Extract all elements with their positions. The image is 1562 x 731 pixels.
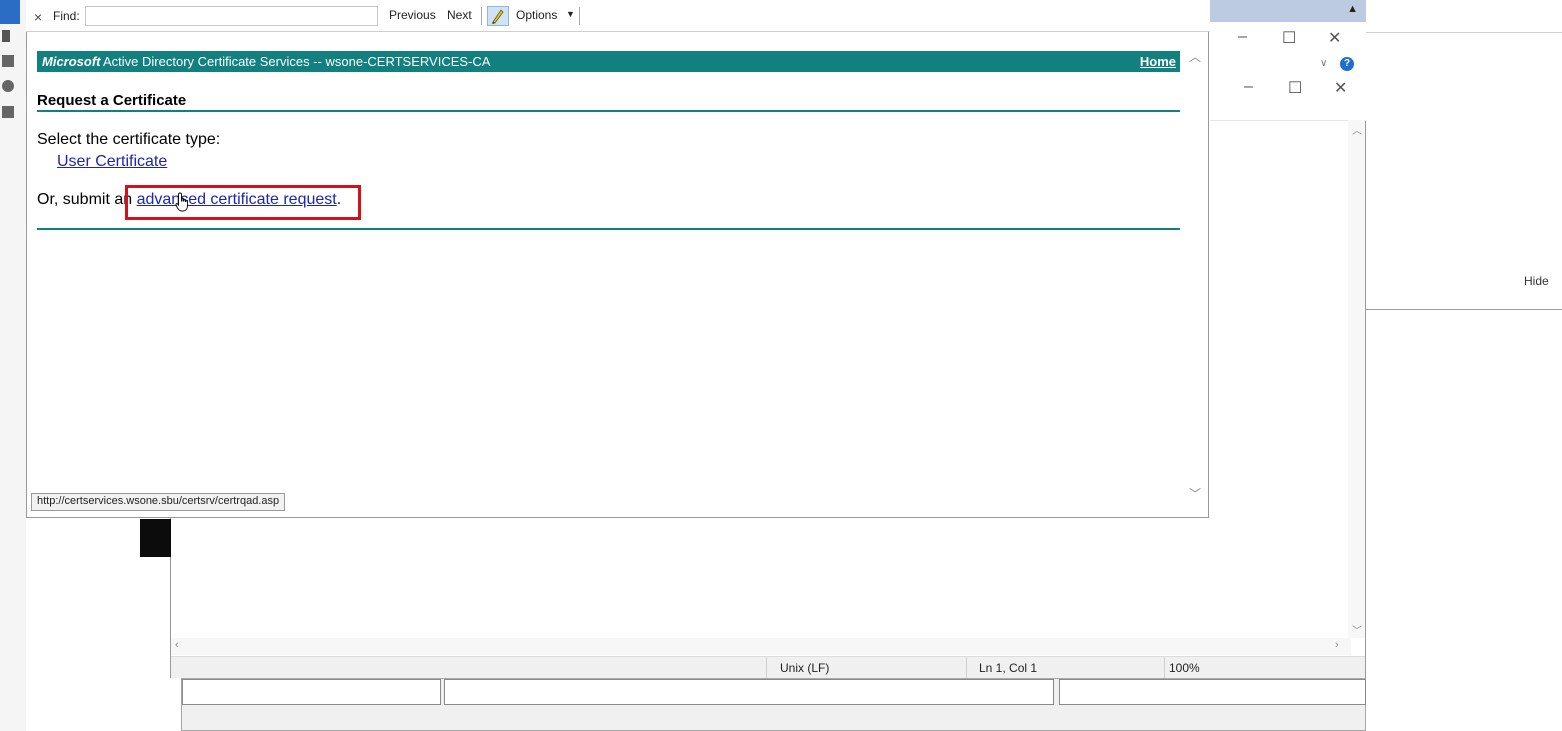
window-controls: – ☐ ✕ (1210, 74, 1366, 121)
chevron-down-icon[interactable]: ▼ (566, 9, 575, 19)
divider (1164, 657, 1165, 679)
app-icon-strip (0, 0, 20, 24)
scroll-right-icon[interactable]: › (1335, 639, 1339, 651)
find-bar: × Find: Previous Next Options ▼ (26, 0, 1210, 32)
scroll-up-icon[interactable]: ︿ (1189, 48, 1201, 65)
divider (966, 657, 967, 679)
find-label: Find: (53, 9, 80, 23)
options-button[interactable]: Options (516, 8, 557, 22)
minimize-icon[interactable]: – (1238, 28, 1247, 46)
find-input[interactable] (85, 6, 378, 26)
panel-box (444, 679, 1054, 705)
collapse-icon[interactable]: ▲ (1347, 3, 1358, 15)
scroll-down-icon[interactable]: ﹀ (1352, 622, 1362, 637)
background-window-fragment (140, 519, 171, 557)
encoding-status: Unix (LF) (780, 661, 830, 675)
close-window-icon[interactable]: ✕ (1328, 28, 1341, 48)
page-title: Request a Certificate (37, 92, 187, 109)
chevron-down-icon[interactable]: ∨ (1320, 58, 1327, 69)
divider (579, 7, 580, 25)
window-controls: – ☐ ✕ ∨ ? (1210, 22, 1366, 74)
scroll-down-icon[interactable]: ﹀ (1189, 485, 1201, 502)
window-titlebar: ▲ (1210, 0, 1366, 22)
select-type-text: Select the certificate type: (37, 131, 221, 148)
zoom-status: 100% (1169, 661, 1200, 675)
help-icon[interactable]: ? (1340, 57, 1354, 71)
editor-vertical-scrollbar[interactable]: ︿ ﹀ (1348, 120, 1365, 638)
editor-status-bar: Unix (LF) Ln 1, Col 1 100% (171, 656, 1365, 679)
highlight-button[interactable] (487, 6, 509, 26)
cursor-position-status: Ln 1, Col 1 (979, 661, 1038, 675)
adcs-header-bar: Microsoft Active Directory Certificate S… (37, 51, 1180, 72)
home-link[interactable]: Home (1140, 54, 1176, 69)
next-button[interactable]: Next (447, 8, 472, 22)
adcs-title: Active Directory Certificate Services --… (103, 54, 491, 69)
tree-item-icon (2, 80, 14, 92)
divider (481, 7, 482, 25)
editor-horizontal-scrollbar[interactable]: ‹ › (171, 638, 1351, 655)
divider (766, 657, 767, 679)
or-text-prefix: Or, submit an (37, 191, 137, 208)
scroll-left-icon[interactable]: ‹ (175, 639, 179, 651)
tree-item-icon (2, 106, 14, 118)
minimize-icon[interactable]: – (1244, 78, 1253, 96)
browser-window (26, 32, 1209, 518)
tree-item-icon (2, 30, 10, 42)
scroll-up-icon[interactable]: ︿ (1352, 122, 1362, 137)
divider (1366, 309, 1562, 310)
maximize-icon[interactable]: ☐ (1282, 28, 1296, 48)
tree-item-icon (2, 55, 14, 67)
maximize-icon[interactable]: ☐ (1288, 78, 1302, 98)
close-window-icon[interactable]: ✕ (1334, 78, 1347, 98)
status-url: http://certservices.wsone.sbu/certsrv/ce… (31, 493, 286, 511)
pen-highlight-icon (492, 9, 504, 24)
hand-cursor-icon (175, 192, 191, 217)
highlight-box (125, 185, 361, 220)
panel-box (1059, 679, 1366, 705)
brand-label: Microsoft (42, 54, 101, 69)
user-certificate-link[interactable]: User Certificate (57, 153, 167, 171)
previous-button[interactable]: Previous (389, 8, 436, 22)
background-bottom-panels (181, 678, 1366, 731)
background-right-pane (1366, 0, 1562, 731)
hide-button[interactable]: Hide (1524, 274, 1549, 288)
divider (1366, 32, 1562, 33)
divider (37, 228, 1180, 230)
divider (37, 110, 1180, 112)
panel-box (182, 679, 441, 705)
close-icon[interactable]: × (34, 9, 42, 25)
